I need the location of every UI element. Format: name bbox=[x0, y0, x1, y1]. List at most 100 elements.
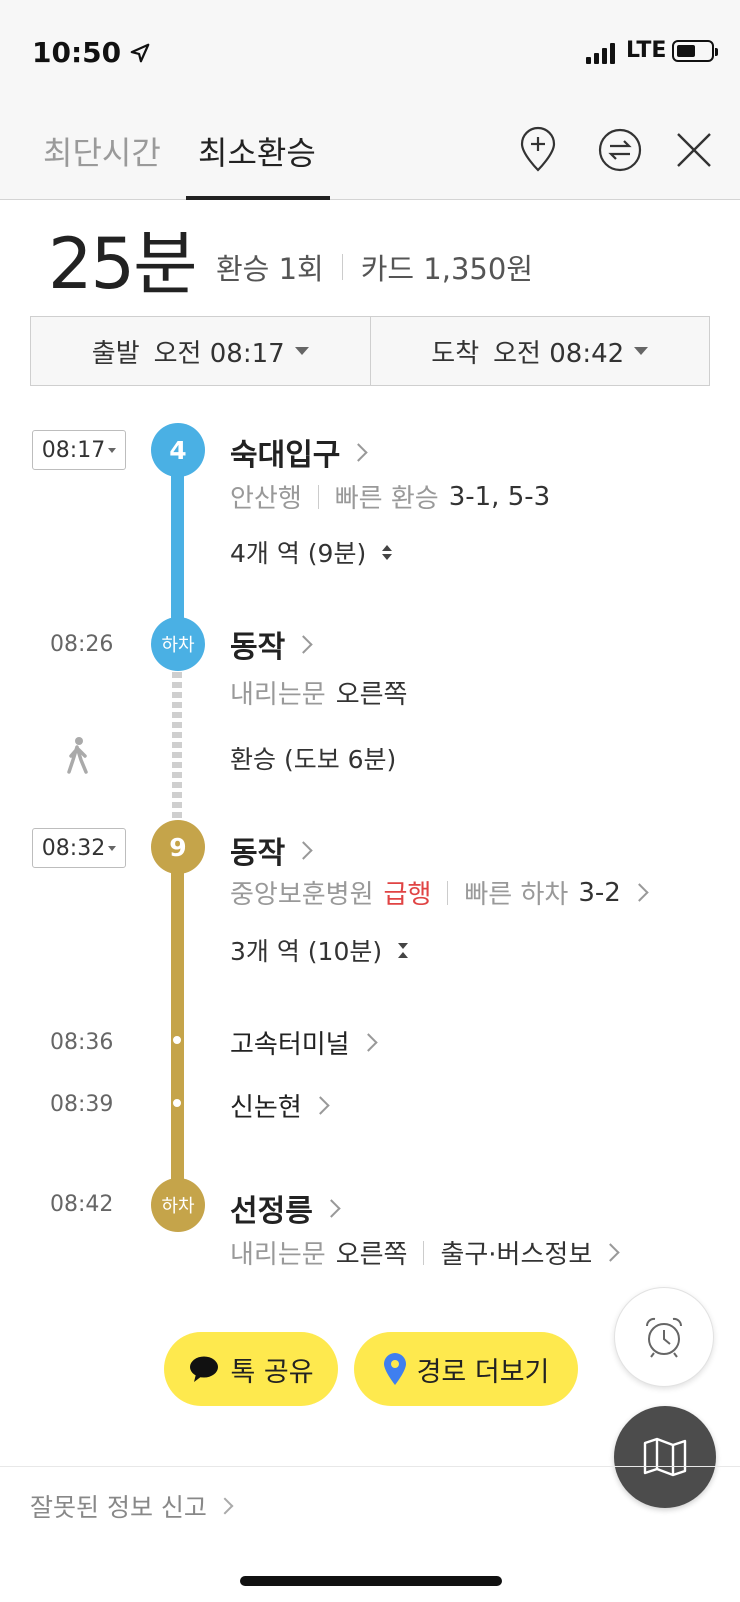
close-icon[interactable] bbox=[670, 126, 718, 174]
door-value: 오른쪽 bbox=[335, 680, 408, 710]
alarm-button[interactable] bbox=[614, 1287, 714, 1387]
line4-direction-info: 안산행 빠른 환승 3-1, 5-3 bbox=[230, 478, 550, 515]
fast-transfer-value: 3-1, 5-3 bbox=[448, 481, 551, 512]
line9-depart-time: 08:32 bbox=[41, 835, 106, 861]
caret-down-icon bbox=[108, 845, 117, 851]
divider bbox=[0, 1466, 740, 1467]
chevron-right-icon bbox=[601, 1243, 620, 1262]
divider bbox=[447, 880, 449, 905]
direction: 중앙보훈병원 bbox=[230, 880, 374, 910]
network-type: LTE bbox=[626, 38, 667, 63]
line4-track bbox=[171, 450, 184, 630]
walk-transfer: 환승 (도보 6분) bbox=[230, 745, 397, 774]
caret-down-icon bbox=[108, 447, 117, 453]
map-view-button[interactable] bbox=[614, 1406, 716, 1508]
talk-share-button[interactable]: 톡 공유 bbox=[164, 1332, 338, 1406]
station-name: 숙대입구 bbox=[230, 438, 341, 473]
tab-min-transfer[interactable]: 최소환승 bbox=[198, 128, 316, 174]
fare: 카드 1,350원 bbox=[360, 252, 533, 286]
walking-person-icon bbox=[67, 737, 88, 774]
status-time: 10:50 bbox=[32, 36, 122, 69]
chevron-right-icon bbox=[349, 442, 369, 462]
station-name: 고속터미널 bbox=[230, 1030, 350, 1060]
location-arrow-icon bbox=[130, 43, 150, 62]
station-name: 신논현 bbox=[230, 1093, 302, 1123]
collapse-icon bbox=[398, 942, 409, 958]
departure-label: 출발 bbox=[91, 338, 140, 369]
fast-alight-value: 3-2 bbox=[578, 877, 621, 908]
stop-count: 4개 역 (9분) bbox=[230, 539, 367, 568]
route-summary: 환승 1회 카드 1,350원 bbox=[216, 246, 533, 288]
mid-stop-time: 08:36 bbox=[50, 1030, 114, 1055]
line9-badge: 9 bbox=[151, 820, 205, 874]
stop-dot bbox=[171, 1034, 183, 1046]
divider bbox=[341, 254, 343, 280]
station-seonjeongneung[interactable]: 선정릉 bbox=[230, 1186, 341, 1230]
more-routes-label: 경로 더보기 bbox=[416, 1356, 550, 1388]
status-bar: 10:50 LTE bbox=[0, 0, 740, 100]
alight-badge: 하차 bbox=[151, 617, 205, 671]
chevron-right-icon bbox=[294, 840, 313, 860]
fast-transfer-label: 빠른 환승 bbox=[334, 484, 439, 514]
station-dongjak-alight[interactable]: 동작 bbox=[230, 622, 313, 666]
chevron-right-icon[interactable] bbox=[630, 883, 649, 902]
map-icon bbox=[643, 1437, 687, 1477]
divider bbox=[317, 484, 319, 509]
express-badge: 급행 bbox=[383, 880, 432, 910]
station-sinnonhyeon[interactable]: 신논현 bbox=[230, 1087, 330, 1124]
departure-time-select[interactable]: 출발 오전 08:17 bbox=[31, 317, 370, 385]
report-error-link[interactable]: 잘못된 정보 신고 bbox=[30, 1488, 234, 1524]
caret-down-icon bbox=[634, 347, 649, 355]
line4-badge: 4 bbox=[151, 423, 205, 477]
exit-bus-info-link[interactable]: 출구·버스정보 bbox=[440, 1234, 592, 1271]
line9-door-info: 내리는문 오른쪽 출구·버스정보 bbox=[230, 1234, 620, 1271]
line4-depart-time: 08:17 bbox=[41, 437, 106, 463]
line4-stops-toggle[interactable]: 4개 역 (9분) bbox=[230, 534, 393, 570]
line4-depart-time-select[interactable]: 08:17 bbox=[32, 430, 126, 470]
map-pin-icon bbox=[383, 1353, 406, 1385]
line9-stops-toggle[interactable]: 3개 역 (10분) bbox=[230, 932, 409, 968]
fast-alight-label: 빠른 하차 bbox=[464, 880, 569, 910]
walk-track bbox=[172, 672, 182, 820]
arrival-time: 오전 08:42 bbox=[493, 338, 625, 369]
arrival-label: 도착 bbox=[431, 338, 480, 369]
caret-down-icon bbox=[294, 347, 309, 355]
home-indicator[interactable] bbox=[240, 1576, 502, 1586]
status-clock-group: 10:50 bbox=[32, 36, 151, 69]
chevron-right-icon bbox=[358, 1033, 378, 1052]
line4-door-info: 내리는문 오른쪽 bbox=[230, 674, 407, 711]
tab-fastest[interactable]: 최단시간 bbox=[43, 128, 161, 174]
share-label: 톡 공유 bbox=[230, 1356, 314, 1388]
swap-icon[interactable] bbox=[596, 126, 644, 174]
chevron-right-icon bbox=[322, 1198, 341, 1218]
station-dongjak-board[interactable]: 동작 bbox=[230, 828, 313, 872]
route-tab-bar: 최단시간 최소환승 bbox=[0, 100, 740, 200]
divider bbox=[423, 1240, 425, 1265]
signal-icon bbox=[586, 42, 615, 64]
line9-alight-time: 08:42 bbox=[50, 1192, 114, 1217]
door-label: 내리는문 bbox=[230, 1240, 326, 1270]
line9-depart-time-select[interactable]: 08:32 bbox=[32, 828, 126, 868]
station-sookdae[interactable]: 숙대입구 bbox=[230, 430, 369, 474]
door-label: 내리는문 bbox=[230, 680, 326, 710]
battery-icon bbox=[672, 40, 718, 62]
station-express-bus-terminal[interactable]: 고속터미널 bbox=[230, 1024, 378, 1061]
line9-direction-info: 중앙보훈병원 급행 빠른 하차 3-2 bbox=[230, 874, 649, 911]
more-routes-button[interactable]: 경로 더보기 bbox=[354, 1332, 578, 1406]
time-selector: 출발 오전 08:17 도착 오전 08:42 bbox=[30, 316, 710, 386]
door-value: 오른쪽 bbox=[335, 1240, 408, 1270]
line9-track bbox=[171, 846, 184, 1202]
stop-count: 3개 역 (10분) bbox=[230, 937, 383, 966]
expand-icon bbox=[382, 544, 393, 560]
alight-badge: 하차 bbox=[151, 1178, 205, 1232]
mid-stop-time: 08:39 bbox=[50, 1092, 114, 1117]
chevron-right-icon bbox=[311, 1096, 330, 1115]
departure-time: 오전 08:17 bbox=[153, 338, 285, 369]
direction: 안산행 bbox=[230, 484, 302, 514]
report-label: 잘못된 정보 신고 bbox=[30, 1493, 207, 1522]
alarm-clock-icon bbox=[645, 1317, 683, 1358]
arrival-time-select[interactable]: 도착 오전 08:42 bbox=[369, 317, 710, 385]
speech-bubble-icon bbox=[190, 1356, 219, 1382]
chevron-right-icon bbox=[294, 634, 313, 654]
add-location-icon[interactable] bbox=[514, 126, 562, 174]
